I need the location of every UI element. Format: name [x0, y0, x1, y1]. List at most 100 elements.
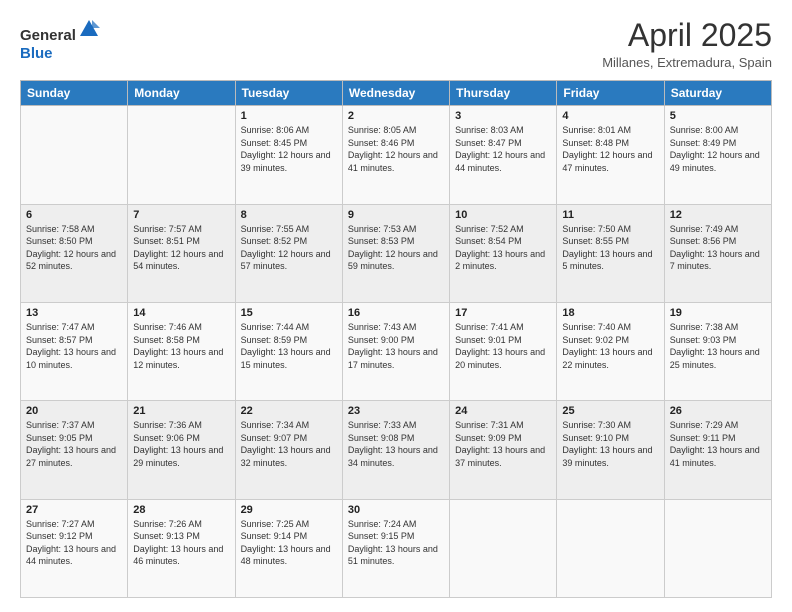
- calendar-week-4: 20Sunrise: 7:37 AM Sunset: 9:05 PM Dayli…: [21, 401, 772, 499]
- calendar-cell: 26 Sunrise: 7:29 AM Sunset: 9:11 PM Dayli…: [664, 401, 771, 499]
- day-number: 26: [670, 405, 766, 417]
- day-number: 30: [348, 504, 444, 516]
- day-number: 13: [26, 307, 122, 319]
- day-info: Sunrise: 8:03 AM Sunset: 8:47 PM Dayligh…: [455, 124, 551, 174]
- calendar-cell: 3 Sunrise: 8:03 AM Sunset: 8:47 PM Daylig…: [450, 106, 557, 204]
- day-number: 4: [562, 110, 658, 122]
- day-info: Sunrise: 7:49 AM Sunset: 8:56 PM Dayligh…: [670, 223, 766, 273]
- calendar-cell: 7 Sunrise: 7:57 AM Sunset: 8:51 PM Daylig…: [128, 204, 235, 302]
- day-info: Sunrise: 7:46 AM Sunset: 8:58 PM Dayligh…: [133, 321, 229, 371]
- day-number: 27: [26, 504, 122, 516]
- day-info: Sunrise: 7:31 AM Sunset: 9:09 PM Dayligh…: [455, 419, 551, 469]
- day-info: Sunrise: 7:38 AM Sunset: 9:03 PM Dayligh…: [670, 321, 766, 371]
- header: General Blue April 2025 Millanes, Extrem…: [20, 18, 772, 70]
- day-number: 15: [241, 307, 337, 319]
- day-number: 2: [348, 110, 444, 122]
- day-info: Sunrise: 8:01 AM Sunset: 8:48 PM Dayligh…: [562, 124, 658, 174]
- day-info: Sunrise: 8:00 AM Sunset: 8:49 PM Dayligh…: [670, 124, 766, 174]
- calendar-cell: 6 Sunrise: 7:58 AM Sunset: 8:50 PM Daylig…: [21, 204, 128, 302]
- day-info: Sunrise: 7:57 AM Sunset: 8:51 PM Dayligh…: [133, 223, 229, 273]
- day-number: 16: [348, 307, 444, 319]
- day-number: 17: [455, 307, 551, 319]
- calendar-cell: [21, 106, 128, 204]
- day-number: 28: [133, 504, 229, 516]
- col-thursday: Thursday: [450, 81, 557, 106]
- col-tuesday: Tuesday: [235, 81, 342, 106]
- day-info: Sunrise: 7:30 AM Sunset: 9:10 PM Dayligh…: [562, 419, 658, 469]
- calendar-cell: 20Sunrise: 7:37 AM Sunset: 9:05 PM Dayli…: [21, 401, 128, 499]
- calendar-cell: 15 Sunrise: 7:44 AM Sunset: 8:59 PM Dayli…: [235, 302, 342, 400]
- calendar-cell: 25 Sunrise: 7:30 AM Sunset: 9:10 PM Dayli…: [557, 401, 664, 499]
- day-number: 25: [562, 405, 658, 417]
- col-saturday: Saturday: [664, 81, 771, 106]
- day-info: Sunrise: 7:52 AM Sunset: 8:54 PM Dayligh…: [455, 223, 551, 273]
- calendar-cell: 5 Sunrise: 8:00 AM Sunset: 8:49 PM Daylig…: [664, 106, 771, 204]
- col-monday: Monday: [128, 81, 235, 106]
- calendar-cell: 2Sunrise: 8:05 AM Sunset: 8:46 PM Daylig…: [342, 106, 449, 204]
- calendar-cell: 17Sunrise: 7:41 AM Sunset: 9:01 PM Dayli…: [450, 302, 557, 400]
- calendar-cell: 14Sunrise: 7:46 AM Sunset: 8:58 PM Dayli…: [128, 302, 235, 400]
- calendar-week-3: 13 Sunrise: 7:47 AM Sunset: 8:57 PM Dayli…: [21, 302, 772, 400]
- calendar-cell: 27 Sunrise: 7:27 AM Sunset: 9:12 PM Dayli…: [21, 499, 128, 597]
- day-info: Sunrise: 7:27 AM Sunset: 9:12 PM Dayligh…: [26, 518, 122, 568]
- day-number: 7: [133, 209, 229, 221]
- day-info: Sunrise: 7:50 AM Sunset: 8:55 PM Dayligh…: [562, 223, 658, 273]
- logo-blue: Blue: [20, 45, 53, 62]
- day-number: 21: [133, 405, 229, 417]
- main-title: April 2025: [602, 18, 772, 53]
- calendar-cell: 28 Sunrise: 7:26 AM Sunset: 9:13 PM Dayli…: [128, 499, 235, 597]
- day-info: Sunrise: 7:40 AM Sunset: 9:02 PM Dayligh…: [562, 321, 658, 371]
- logo-icon: [78, 18, 100, 40]
- calendar-cell: 22 Sunrise: 7:34 AM Sunset: 9:07 PM Dayli…: [235, 401, 342, 499]
- day-number: 1: [241, 110, 337, 122]
- col-wednesday: Wednesday: [342, 81, 449, 106]
- day-number: 22: [241, 405, 337, 417]
- day-info: Sunrise: 7:58 AM Sunset: 8:50 PM Dayligh…: [26, 223, 122, 273]
- day-info: Sunrise: 7:26 AM Sunset: 9:13 PM Dayligh…: [133, 518, 229, 568]
- calendar-cell: 19Sunrise: 7:38 AM Sunset: 9:03 PM Dayli…: [664, 302, 771, 400]
- calendar: Sunday Monday Tuesday Wednesday Thursday…: [20, 80, 772, 598]
- day-info: Sunrise: 7:53 AM Sunset: 8:53 PM Dayligh…: [348, 223, 444, 273]
- day-info: Sunrise: 7:55 AM Sunset: 8:52 PM Dayligh…: [241, 223, 337, 273]
- day-number: 9: [348, 209, 444, 221]
- day-number: 23: [348, 405, 444, 417]
- calendar-cell: [664, 499, 771, 597]
- day-info: Sunrise: 7:47 AM Sunset: 8:57 PM Dayligh…: [26, 321, 122, 371]
- day-info: Sunrise: 7:36 AM Sunset: 9:06 PM Dayligh…: [133, 419, 229, 469]
- col-friday: Friday: [557, 81, 664, 106]
- day-number: 3: [455, 110, 551, 122]
- subtitle: Millanes, Extremadura, Spain: [602, 55, 772, 70]
- day-number: 11: [562, 209, 658, 221]
- calendar-cell: 18Sunrise: 7:40 AM Sunset: 9:02 PM Dayli…: [557, 302, 664, 400]
- calendar-cell: 24Sunrise: 7:31 AM Sunset: 9:09 PM Dayli…: [450, 401, 557, 499]
- calendar-cell: 21 Sunrise: 7:36 AM Sunset: 9:06 PM Dayli…: [128, 401, 235, 499]
- calendar-cell: 29 Sunrise: 7:25 AM Sunset: 9:14 PM Dayli…: [235, 499, 342, 597]
- calendar-week-1: 1 Sunrise: 8:06 AM Sunset: 8:45 PM Daylig…: [21, 106, 772, 204]
- day-number: 12: [670, 209, 766, 221]
- calendar-week-2: 6 Sunrise: 7:58 AM Sunset: 8:50 PM Daylig…: [21, 204, 772, 302]
- day-info: Sunrise: 7:25 AM Sunset: 9:14 PM Dayligh…: [241, 518, 337, 568]
- calendar-cell: [557, 499, 664, 597]
- calendar-cell: [128, 106, 235, 204]
- day-info: Sunrise: 7:24 AM Sunset: 9:15 PM Dayligh…: [348, 518, 444, 568]
- day-number: 6: [26, 209, 122, 221]
- col-sunday: Sunday: [21, 81, 128, 106]
- day-info: Sunrise: 7:29 AM Sunset: 9:11 PM Dayligh…: [670, 419, 766, 469]
- day-info: Sunrise: 8:06 AM Sunset: 8:45 PM Dayligh…: [241, 124, 337, 174]
- logo-general: General: [20, 27, 76, 44]
- calendar-cell: 1 Sunrise: 8:06 AM Sunset: 8:45 PM Daylig…: [235, 106, 342, 204]
- day-number: 10: [455, 209, 551, 221]
- calendar-header-row: Sunday Monday Tuesday Wednesday Thursday…: [21, 81, 772, 106]
- day-number: 8: [241, 209, 337, 221]
- day-info: Sunrise: 7:44 AM Sunset: 8:59 PM Dayligh…: [241, 321, 337, 371]
- calendar-cell: [450, 499, 557, 597]
- day-number: 29: [241, 504, 337, 516]
- day-info: Sunrise: 7:34 AM Sunset: 9:07 PM Dayligh…: [241, 419, 337, 469]
- day-info: Sunrise: 7:43 AM Sunset: 9:00 PM Dayligh…: [348, 321, 444, 371]
- calendar-cell: 8 Sunrise: 7:55 AM Sunset: 8:52 PM Daylig…: [235, 204, 342, 302]
- calendar-week-5: 27 Sunrise: 7:27 AM Sunset: 9:12 PM Dayli…: [21, 499, 772, 597]
- calendar-cell: 11 Sunrise: 7:50 AM Sunset: 8:55 PM Dayli…: [557, 204, 664, 302]
- day-number: 5: [670, 110, 766, 122]
- calendar-cell: 12 Sunrise: 7:49 AM Sunset: 8:56 PM Dayli…: [664, 204, 771, 302]
- title-block: April 2025 Millanes, Extremadura, Spain: [602, 18, 772, 70]
